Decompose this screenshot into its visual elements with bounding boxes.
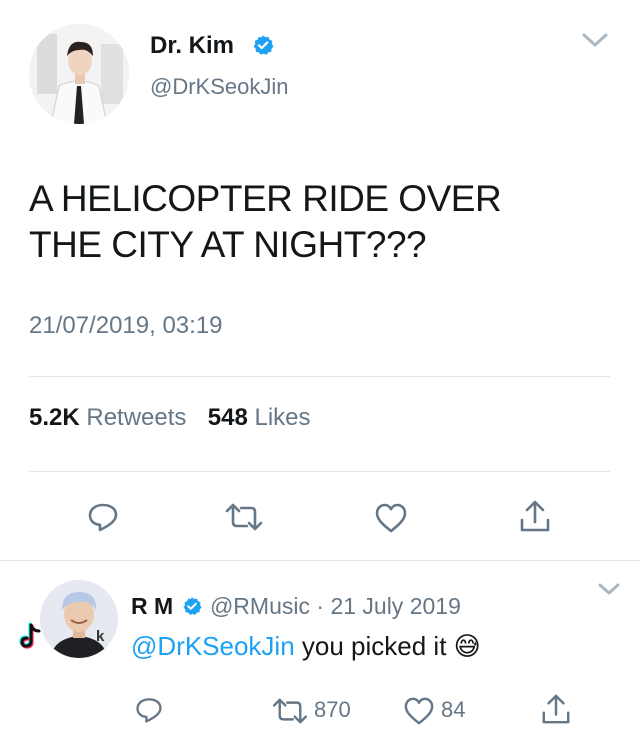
sweat-smile-emoji: 😅 xyxy=(453,631,481,661)
retweet-count: 5.2K xyxy=(29,404,80,431)
tiktok-logo-icon xyxy=(19,622,41,649)
reply-author-name[interactable]: R M xyxy=(131,593,173,619)
retweet-icon[interactable] xyxy=(223,502,265,532)
watermark-text: k xyxy=(96,628,105,645)
reply-icon[interactable] xyxy=(86,500,120,534)
retweet-label: Retweets xyxy=(86,404,187,431)
tweet-text: A HELICOPTER RIDE OVER THE CITY AT NIGHT… xyxy=(29,176,502,268)
retweet-stat[interactable]: 5.2K Retweets xyxy=(29,404,193,431)
reply-header: R M @RMusic · 21 July 2019 xyxy=(131,590,461,622)
retweet-icon[interactable] xyxy=(270,697,310,725)
like-icon[interactable] xyxy=(374,502,408,534)
chevron-down-icon[interactable] xyxy=(580,30,610,50)
reply-body: you picked it xyxy=(301,631,447,661)
tweet-author-name[interactable]: Dr. Kim xyxy=(150,30,234,62)
reply-separator: · xyxy=(316,593,325,619)
section-divider xyxy=(0,560,640,561)
tweet-stats: 5.2K Retweets 548 Likes xyxy=(29,401,311,435)
reply-icon[interactable] xyxy=(134,695,164,725)
author-avatar[interactable] xyxy=(29,24,129,124)
tweet-timestamp[interactable]: 21/07/2019, 03:19 xyxy=(29,309,223,343)
tweet-text-line: THE CITY AT NIGHT??? xyxy=(29,224,427,265)
reply-author-photo xyxy=(40,580,118,658)
share-icon[interactable] xyxy=(540,692,572,726)
reply-handle[interactable]: @RMusic xyxy=(210,593,310,619)
chevron-down-icon[interactable] xyxy=(596,580,622,598)
reply-retweet-count: 870 xyxy=(314,697,351,722)
share-icon[interactable] xyxy=(518,498,552,534)
like-label: Likes xyxy=(254,404,311,431)
reply-author-avatar[interactable] xyxy=(40,580,118,658)
like-icon[interactable] xyxy=(403,696,435,726)
divider xyxy=(29,376,610,377)
verified-badge-icon xyxy=(183,597,202,615)
reply-text: @DrKSeokJin you picked it 😅 xyxy=(131,628,481,664)
reply-date[interactable]: 21 July 2019 xyxy=(330,593,460,619)
like-count: 548 xyxy=(207,404,248,431)
verified-badge-icon xyxy=(253,35,274,55)
tweet-handle[interactable]: @DrKSeokJin xyxy=(150,72,289,102)
mention-link[interactable]: @DrKSeokJin xyxy=(131,631,295,661)
tweet-text-line: A HELICOPTER RIDE OVER xyxy=(29,178,502,219)
like-stat[interactable]: 548 Likes xyxy=(208,404,311,431)
divider xyxy=(29,471,610,472)
author-photo xyxy=(29,24,129,124)
reply-like-count: 84 xyxy=(441,697,466,722)
